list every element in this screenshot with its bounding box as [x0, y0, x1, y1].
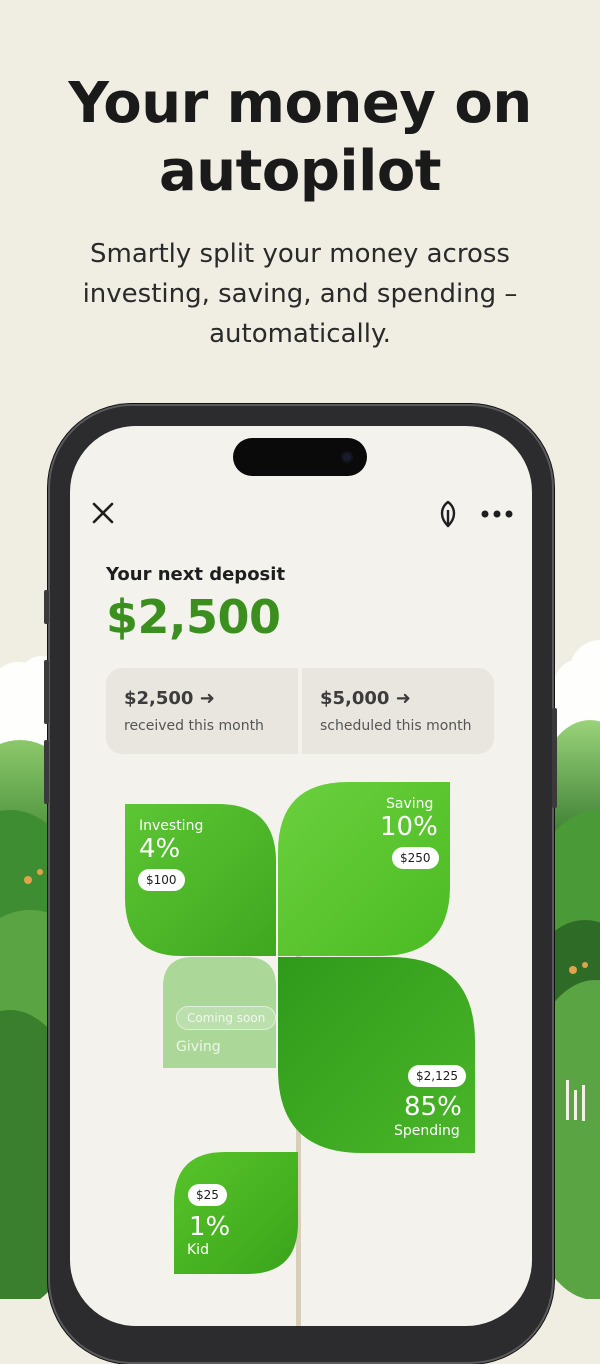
phone-side-button [44, 590, 49, 624]
kid-name: Kid [187, 1242, 209, 1258]
phone-volume-down [44, 740, 49, 804]
investing-amount-badge: $100 [138, 869, 185, 891]
giving-coming-soon-badge: Coming soon [176, 1006, 277, 1030]
subheadline-line-1: Smartly split your money across [90, 239, 510, 269]
saving-name: Saving [386, 796, 434, 812]
saving-amount-badge: $250 [392, 847, 439, 869]
investing-percent: 4% [139, 834, 181, 864]
kid-percent: 1% [189, 1212, 231, 1242]
marketing-subheadline: Smartly split your money across investin… [30, 234, 570, 354]
spending-amount-badge: $2,125 [408, 1065, 466, 1087]
headline-line-2: autopilot [158, 139, 442, 204]
app-screen: Your next deposit $2,500 $2,500 ➜ receiv… [70, 426, 532, 1326]
saving-percent: 10% [380, 812, 438, 842]
giving-name: Giving [176, 1039, 221, 1055]
spending-percent: 85% [404, 1092, 462, 1122]
phone-power-button [552, 708, 557, 808]
kid-amount-badge: $25 [188, 1184, 227, 1206]
phone-volume-up [44, 660, 49, 724]
headline-line-1: Your money on [68, 71, 532, 136]
marketing-headline: Your money on autopilot [0, 70, 600, 206]
investing-name: Investing [139, 818, 204, 834]
subheadline-line-3: automatically. [209, 319, 391, 349]
subheadline-line-2: investing, saving, and spending – [82, 279, 518, 309]
spending-name: Spending [394, 1123, 460, 1139]
